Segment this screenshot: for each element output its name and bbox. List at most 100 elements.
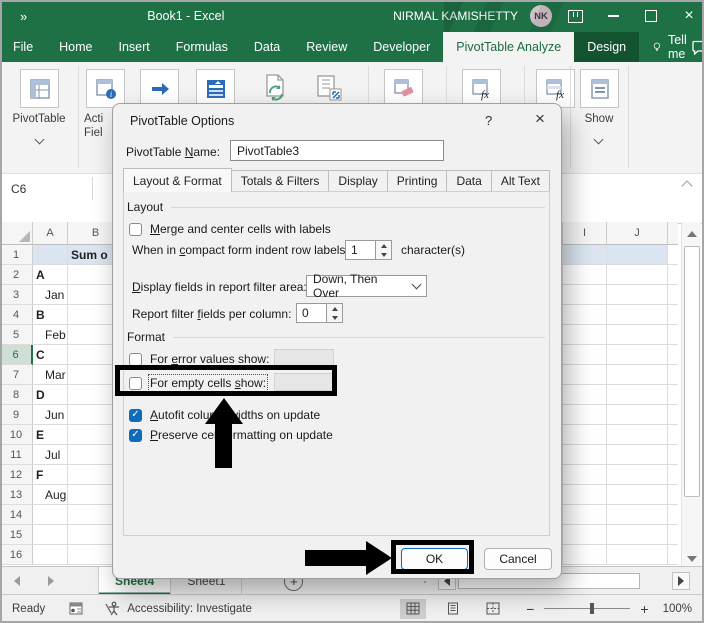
cell-j4[interactable] — [607, 305, 668, 325]
tell-me[interactable]: Tell me — [653, 32, 692, 62]
row-header-15[interactable]: 15 — [0, 525, 33, 545]
checkbox-merge-cells[interactable] — [129, 222, 142, 236]
accessibility-status[interactable]: Accessibility: Investigate — [105, 601, 252, 616]
checkbox-preserve[interactable]: ✓ — [129, 428, 142, 442]
cell-j6[interactable] — [607, 345, 668, 365]
empty-cells-input[interactable] — [274, 373, 334, 391]
zoom-slider[interactable] — [544, 603, 631, 614]
vertical-scrollbar-thumb[interactable] — [684, 246, 700, 497]
cell-a15[interactable] — [33, 525, 68, 545]
row-header-1[interactable]: 1 — [0, 245, 33, 265]
ribbon-button-change-data-source[interactable] — [310, 69, 347, 106]
indent-value[interactable]: 1 — [345, 240, 376, 260]
cell-i10[interactable] — [563, 425, 607, 445]
cell-i13[interactable] — [563, 485, 607, 505]
cell-i15[interactable] — [563, 525, 607, 545]
tab-review[interactable]: Review — [293, 32, 360, 62]
ok-button[interactable]: OK — [401, 548, 468, 570]
cell-j8[interactable] — [607, 385, 668, 405]
ribbon-display-options-button[interactable] — [560, 1, 590, 31]
cell-j11[interactable] — [607, 445, 668, 465]
checkbox-error-values[interactable] — [129, 352, 142, 366]
row-header-10[interactable]: 10 — [0, 425, 33, 445]
cell-i9[interactable] — [563, 405, 607, 425]
view-normal-button[interactable] — [400, 598, 427, 619]
row-header-4[interactable]: 4 — [0, 305, 33, 325]
tab-developer[interactable]: Developer — [360, 32, 443, 62]
cell-a16[interactable] — [33, 545, 68, 565]
name-box[interactable]: C6 — [2, 177, 93, 200]
sheet-nav-right[interactable] — [34, 567, 68, 595]
cell-j12[interactable] — [607, 465, 668, 485]
cell-a13[interactable]: Aug — [33, 485, 68, 505]
column-header-i[interactable]: I — [563, 222, 607, 245]
ribbon-button-pivottable[interactable] — [20, 69, 59, 108]
checkbox-autofit[interactable]: ✓ — [129, 408, 142, 422]
cell-i8[interactable] — [563, 385, 607, 405]
tab-insert[interactable]: Insert — [106, 32, 163, 62]
cell-j10[interactable] — [607, 425, 668, 445]
cell-a10[interactable]: E — [33, 425, 68, 445]
zoom-in-button[interactable]: + — [640, 601, 648, 617]
cell-j5[interactable] — [607, 325, 668, 345]
view-page-break-button[interactable] — [480, 599, 506, 619]
pivottable-name-input[interactable]: PivotTable3 — [230, 140, 444, 161]
tab-design[interactable]: Design — [574, 32, 640, 62]
indent-spin-down[interactable] — [376, 250, 391, 259]
cell-a3[interactable]: Jan — [33, 285, 68, 305]
cell-i3[interactable] — [563, 285, 607, 305]
comment-icon[interactable] — [692, 32, 704, 62]
report-filter-spin-down[interactable] — [327, 313, 342, 322]
cell-a14[interactable] — [33, 505, 68, 525]
cell-a2[interactable]: A — [33, 265, 68, 285]
column-header-a[interactable]: A — [33, 222, 68, 245]
cell-j15[interactable] — [607, 525, 668, 545]
cell-i16[interactable] — [563, 545, 607, 565]
ribbon-button-show[interactable] — [580, 69, 619, 108]
cell-i12[interactable] — [563, 465, 607, 485]
row-header-6[interactable]: 6 — [0, 345, 33, 365]
dialog-close-button[interactable]: × — [529, 109, 551, 129]
row-header-14[interactable]: 14 — [0, 505, 33, 525]
cell-i14[interactable] — [563, 505, 607, 525]
cell-j16[interactable] — [607, 545, 668, 565]
quick-access-icon[interactable]: » — [20, 9, 27, 24]
cell-a1[interactable] — [33, 245, 68, 265]
report-filter-spinner[interactable]: 0 — [296, 303, 343, 323]
scroll-up-arrow[interactable] — [683, 225, 700, 242]
row-header-9[interactable]: 9 — [0, 405, 33, 425]
show-button-label[interactable]: Show — [576, 112, 622, 126]
cell-i4[interactable] — [563, 305, 607, 325]
cell-a9[interactable]: Jun — [33, 405, 68, 425]
indent-spinner[interactable]: 1 — [345, 240, 392, 260]
cell-j7[interactable] — [607, 365, 668, 385]
tab-pivottable-analyze[interactable]: PivotTable Analyze — [443, 32, 575, 62]
view-page-layout-button[interactable] — [440, 599, 466, 619]
dialog-tab-layout-format[interactable]: Layout & Format — [123, 168, 232, 192]
dialog-tab-display[interactable]: Display — [328, 170, 388, 192]
row-header-16[interactable]: 16 — [0, 545, 33, 565]
user-name[interactable]: NIRMAL KAMISHETTY — [393, 9, 518, 23]
tab-formulas[interactable]: Formulas — [163, 32, 241, 62]
ribbon-button-refresh[interactable] — [256, 69, 293, 106]
row-header-13[interactable]: 13 — [0, 485, 33, 505]
cell-a11[interactable]: Jul — [33, 445, 68, 465]
cell-i7[interactable] — [563, 365, 607, 385]
macro-record-icon[interactable] — [69, 602, 83, 615]
pivottable-button-label[interactable]: PivotTable — [6, 112, 72, 126]
cell-a6[interactable]: C — [33, 345, 68, 365]
cell-i6[interactable] — [563, 345, 607, 365]
cell-j14[interactable] — [607, 505, 668, 525]
cell-a5[interactable]: Feb — [33, 325, 68, 345]
close-button[interactable]: × — [674, 1, 704, 31]
row-header-3[interactable]: 3 — [0, 285, 33, 305]
row-header-8[interactable]: 8 — [0, 385, 33, 405]
tab-data[interactable]: Data — [241, 32, 293, 62]
select-all-corner[interactable] — [0, 222, 33, 245]
indent-spin-up[interactable] — [376, 241, 391, 250]
hscroll-right-arrow[interactable] — [672, 572, 690, 590]
dialog-tab-data[interactable]: Data — [446, 170, 492, 192]
report-filter-value[interactable]: 0 — [296, 303, 327, 323]
cancel-button[interactable]: Cancel — [484, 548, 552, 570]
row-header-11[interactable]: 11 — [0, 445, 33, 465]
